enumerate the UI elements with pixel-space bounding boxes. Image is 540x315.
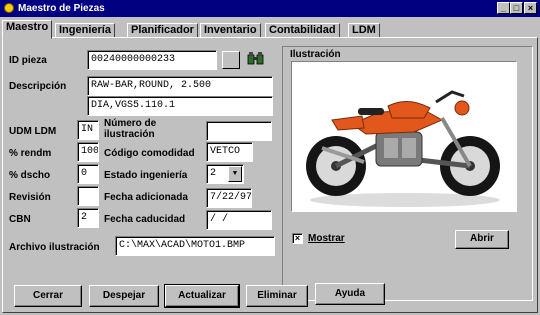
tab-contabilidad[interactable]: Contabilidad: [265, 23, 340, 38]
motorcycle-illustration: [306, 90, 500, 207]
ayuda-button[interactable]: Ayuda: [315, 283, 385, 305]
descripcion-label: Descripción: [9, 81, 67, 92]
tab-maestro[interactable]: Maestro: [2, 20, 53, 39]
numero-ilustracion-label-1: Número de: [104, 118, 157, 129]
fecha-adicionada-label: Fecha adicionada: [104, 192, 188, 203]
app-icon: [4, 3, 14, 13]
udm-ldm-field[interactable]: IN: [77, 120, 99, 140]
tab-ldm[interactable]: LDM: [348, 23, 380, 38]
minimize-button[interactable]: _: [497, 2, 510, 14]
title-bar: Maestro de Piezas _ □ ×: [0, 0, 540, 17]
tab-ingenieria[interactable]: Ingeniería: [55, 23, 115, 38]
window-title: Maestro de Piezas: [18, 3, 105, 14]
estado-ingenieria-select[interactable]: 2 ▼: [206, 164, 244, 184]
archivo-ilustracion-field[interactable]: C:\MAX\ACAD\MOTO1.BMP: [115, 236, 275, 256]
binoculars-icon[interactable]: [247, 51, 264, 66]
mostrar-checkbox[interactable]: ×: [292, 233, 303, 244]
numero-ilustracion-label-2: ilustración: [104, 129, 155, 140]
dscho-field[interactable]: 0: [77, 164, 99, 184]
revision-field[interactable]: [77, 186, 99, 206]
id-pieza-label: ID pieza: [9, 55, 47, 66]
archivo-ilustracion-label: Archivo ilustración: [9, 242, 100, 253]
fecha-caducidad-field[interactable]: / /: [206, 210, 272, 230]
ilustracion-group-label: Ilustración: [290, 49, 341, 60]
fecha-caducidad-label: Fecha caducidad: [104, 214, 186, 225]
cbn-field[interactable]: 2: [77, 208, 99, 228]
fecha-adicionada-field[interactable]: 7/22/97: [206, 188, 252, 208]
descripcion-line1-field[interactable]: RAW-BAR,ROUND, 2.500: [87, 76, 273, 96]
despejar-button[interactable]: Despejar: [89, 285, 159, 307]
close-button[interactable]: ×: [524, 2, 537, 14]
udm-ldm-label: UDM LDM: [9, 126, 57, 137]
mostrar-label[interactable]: Mostrar: [308, 233, 345, 244]
codigo-comodidad-field[interactable]: VETCO: [206, 142, 253, 162]
descripcion-line2-field[interactable]: DIA,VGS5.110.1: [87, 96, 273, 116]
abrir-button[interactable]: Abrir: [455, 230, 509, 249]
dropdown-arrow-icon[interactable]: ▼: [228, 166, 242, 182]
tab-planificador[interactable]: Planificador: [127, 23, 198, 38]
revision-label: Revisión: [9, 192, 51, 203]
estado-ingenieria-label: Estado ingeniería: [104, 170, 188, 181]
rendm-label: % rendm: [9, 148, 52, 159]
eliminar-button[interactable]: Eliminar: [246, 285, 308, 307]
tab-strip: Maestro Ingeniería Planificador Inventar…: [2, 20, 538, 39]
estado-ingenieria-value: 2: [210, 168, 217, 179]
cbn-label: CBN: [9, 214, 31, 225]
motorcycle-image: [291, 61, 517, 212]
maestro-panel: ID pieza 00240000000233 Descripción RAW-…: [2, 37, 538, 313]
lookup-button[interactable]: [222, 51, 240, 69]
actualizar-button[interactable]: Actualizar: [164, 284, 240, 308]
cerrar-button[interactable]: Cerrar: [14, 285, 82, 307]
maximize-button[interactable]: □: [510, 2, 523, 14]
dscho-label: % dscho: [9, 170, 51, 181]
tab-inventario[interactable]: Inventario: [200, 23, 261, 38]
ilustracion-group: Ilustración × Mostrar Abrir: [282, 46, 533, 301]
rendm-field[interactable]: 100: [77, 142, 99, 162]
id-pieza-field[interactable]: 00240000000233: [87, 50, 217, 70]
numero-ilustracion-field[interactable]: [206, 121, 272, 141]
codigo-comodidad-label: Código comodidad: [104, 148, 195, 159]
